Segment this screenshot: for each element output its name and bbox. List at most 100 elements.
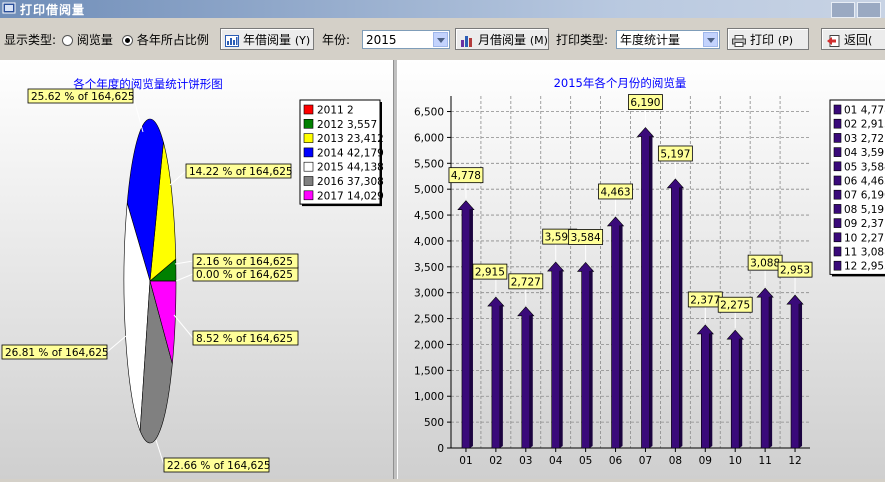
leader-line-2016 bbox=[156, 440, 164, 465]
print-button-label: 打印 bbox=[750, 33, 774, 47]
x-tick-labels: 010203040506070809101112 bbox=[459, 448, 801, 467]
pie-legend-swatch-2017 bbox=[304, 191, 313, 200]
back-button-key: ( bbox=[868, 34, 872, 47]
year-button-label: 年借阅量 bbox=[243, 33, 291, 47]
y-tick-label: 4,000 bbox=[414, 236, 444, 248]
bar-legend-item-01: 01 4,778 bbox=[844, 105, 885, 117]
slice-label-2015: 26.81 % of 164,625 bbox=[5, 347, 109, 359]
bar-legend-item-05: 05 3,584 bbox=[844, 161, 885, 173]
chevron-down-icon[interactable] bbox=[433, 32, 448, 47]
x-tick-label-05: 05 bbox=[579, 455, 592, 467]
y-tick-label: 3,000 bbox=[414, 288, 444, 300]
month-reading-button[interactable]: 月借阅量 (M) bbox=[455, 28, 549, 50]
pie-legend-swatch-2013 bbox=[304, 134, 313, 143]
radio-ratio-circle[interactable] bbox=[122, 35, 133, 46]
bar-legend-swatch-02 bbox=[834, 119, 841, 128]
print-button-key: (P) bbox=[778, 34, 793, 47]
x-tick-label-11: 11 bbox=[758, 455, 771, 467]
print-button[interactable]: 打印 (P) bbox=[727, 28, 809, 50]
y-tick-label: 0 bbox=[437, 443, 444, 455]
leader-line-2011 bbox=[176, 274, 193, 281]
bar-side-01 bbox=[470, 208, 473, 448]
bar-legend-item-08: 08 5,197 bbox=[844, 204, 885, 216]
bar-legend-item-04: 04 3,591 bbox=[844, 147, 885, 159]
radio-reading-circle[interactable] bbox=[62, 35, 73, 46]
bar-legend-item-11: 11 3,088 bbox=[844, 247, 885, 259]
leader-line-2012 bbox=[175, 261, 193, 264]
app-icon bbox=[2, 1, 16, 15]
bar-side-11 bbox=[769, 295, 772, 448]
print-type-label: 打印类型: bbox=[556, 29, 608, 51]
pie-slices bbox=[124, 119, 176, 443]
bar-legend-item-09: 09 2,377 bbox=[844, 218, 885, 230]
year-reading-button[interactable]: 年借阅量 (Y) bbox=[220, 28, 314, 50]
bar-side-07 bbox=[649, 135, 652, 448]
bar-legend-swatch-05 bbox=[834, 162, 841, 171]
chevron-down-icon[interactable] bbox=[703, 32, 718, 47]
radio-reading-label: 阅览量 bbox=[77, 33, 113, 47]
print-type-select-value: 年度统计量 bbox=[620, 31, 680, 49]
bar-legend-swatch-04 bbox=[834, 148, 841, 157]
bar-legend-swatch-06 bbox=[834, 176, 841, 185]
data-label-12: 2,953 bbox=[780, 265, 810, 277]
x-tick-label-10: 10 bbox=[729, 455, 742, 467]
bar-side-10 bbox=[739, 337, 742, 448]
pie-legend-item-2013: 2013 23,412 bbox=[317, 133, 384, 145]
y-tick-label: 5,000 bbox=[414, 184, 444, 196]
back-button-label: 返回 bbox=[844, 33, 868, 47]
pie-legend-item-2016: 2016 37,308 bbox=[317, 176, 384, 188]
title-bar: 打印借阅量 bbox=[0, 0, 885, 18]
pie-legend-item-2015: 2015 44,138 bbox=[317, 162, 384, 174]
print-type-select[interactable]: 年度统计量 bbox=[616, 30, 720, 49]
pie-legend-swatch-2011 bbox=[304, 105, 313, 114]
bar-side-02 bbox=[500, 304, 503, 448]
leader-line-2017 bbox=[174, 315, 193, 338]
bar-legend-swatch-12 bbox=[834, 261, 841, 270]
year-label: 年份: bbox=[322, 29, 350, 51]
bar-chart-panel: 2015年各个月份的阅览量 05001,0001,5002,0002,5003,… bbox=[398, 60, 885, 479]
x-tick-label-07: 07 bbox=[639, 455, 652, 467]
chart-icon bbox=[225, 35, 239, 47]
bar-side-03 bbox=[530, 314, 533, 448]
bar-legend-swatch-07 bbox=[834, 190, 841, 199]
data-label-03: 2,727 bbox=[511, 276, 541, 288]
toolbar: 显示类型: 阅览量 各年所占比例 年借阅量 (Y) 年份: 2015 月借阅量 … bbox=[0, 18, 885, 60]
x-tick-label-06: 06 bbox=[609, 455, 623, 467]
year-select[interactable]: 2015 bbox=[362, 30, 450, 49]
y-tick-labels: 05001,0001,5002,0002,5003,0003,5004,0004… bbox=[414, 107, 444, 455]
bar-legend-swatch-08 bbox=[834, 204, 841, 213]
radio-ratio[interactable]: 各年所占比例 bbox=[122, 29, 209, 51]
y-tick-label: 1,000 bbox=[414, 391, 444, 403]
month-button-key: (M) bbox=[530, 34, 548, 47]
display-type-label: 显示类型: bbox=[4, 29, 56, 51]
radio-reading[interactable]: 阅览量 bbox=[62, 29, 113, 51]
bar-legend-item-12: 12 2,953 bbox=[844, 261, 885, 273]
bar-side-12 bbox=[799, 302, 802, 448]
pie-legend-item-2011: 2011 2 bbox=[317, 105, 354, 117]
bar-legend-item-07: 07 6,190 bbox=[844, 190, 885, 202]
x-tick-label-04: 04 bbox=[549, 455, 563, 467]
pie-legend-item-2017: 2017 14,029 bbox=[317, 190, 384, 202]
slice-label-2014: 25.62 % of 164,625 bbox=[31, 91, 135, 103]
minimize-button[interactable] bbox=[831, 2, 855, 18]
slice-label-2013: 14.22 % of 164,625 bbox=[189, 166, 293, 178]
y-tick-label: 1,500 bbox=[414, 365, 444, 377]
pie-legend-swatch-2015 bbox=[304, 162, 313, 171]
back-button[interactable]: 返回( bbox=[821, 28, 885, 50]
year-button-key: (Y) bbox=[295, 34, 310, 47]
pie-legend-item-2012: 2012 3,557 bbox=[317, 119, 377, 131]
y-tick-label: 6,000 bbox=[414, 132, 444, 144]
close-button[interactable] bbox=[857, 2, 881, 18]
pie-legend: 2011 22012 3,5572013 23,4122014 42,17920… bbox=[300, 100, 384, 206]
bar-legend-swatch-10 bbox=[834, 233, 841, 242]
y-tick-label: 4,500 bbox=[414, 210, 444, 222]
bar-side-06 bbox=[620, 224, 623, 448]
y-tick-label: 3,500 bbox=[414, 262, 444, 274]
data-label-01: 4,778 bbox=[451, 170, 481, 182]
bar-legend-swatch-01 bbox=[834, 105, 841, 114]
data-label-07: 6,190 bbox=[630, 97, 660, 109]
bar-legend: 01 4,77802 2,91503 2,72704 3,59105 3,584… bbox=[830, 100, 885, 276]
radio-ratio-label: 各年所占比例 bbox=[137, 33, 209, 47]
data-label-05: 3,584 bbox=[571, 232, 601, 244]
bar-side-09 bbox=[709, 332, 712, 448]
